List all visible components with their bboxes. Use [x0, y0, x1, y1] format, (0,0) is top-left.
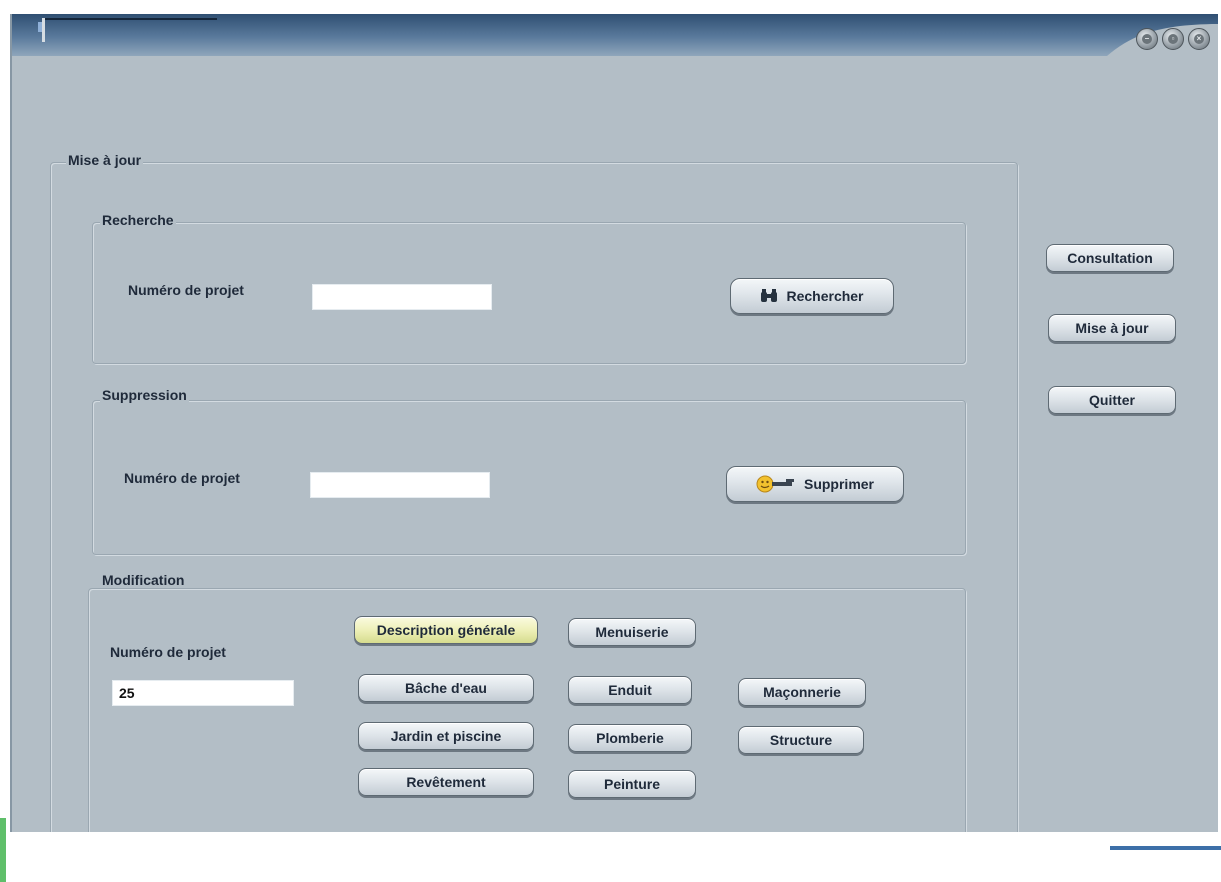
water-tank-button-label: Bâche d'eau: [405, 680, 487, 696]
bottom-margin: [0, 832, 1221, 882]
title-bar[interactable]: – ▫ ×: [12, 14, 1218, 56]
maximize-icon: ▫: [1168, 34, 1178, 44]
quit-button-label: Quitter: [1089, 392, 1135, 408]
modify-group-title: Modification: [100, 572, 187, 588]
delete-project-number-label: Numéro de projet: [124, 470, 240, 486]
plumbing-button-label: Plomberie: [596, 730, 664, 746]
structure-button[interactable]: Structure: [738, 726, 864, 754]
search-project-number-input[interactable]: [312, 284, 492, 310]
delete-button[interactable]: Supprimer: [726, 466, 904, 502]
masonry-button-label: Maçonnerie: [763, 684, 841, 700]
joinery-button[interactable]: Menuiserie: [568, 618, 696, 646]
covering-button-label: Revêtement: [406, 774, 486, 790]
search-project-number-label: Numéro de projet: [128, 282, 244, 298]
general-description-button[interactable]: Description générale: [354, 616, 538, 644]
structure-button-label: Structure: [769, 732, 833, 748]
painting-button-label: Peinture: [603, 776, 660, 792]
update-button[interactable]: Mise à jour: [1048, 314, 1176, 342]
delete-button-label: Supprimer: [803, 476, 874, 492]
green-edge-mark: [0, 818, 6, 882]
title-bar-shape: [12, 14, 1218, 56]
search-button-label: Rechercher: [786, 288, 864, 304]
search-button[interactable]: Rechercher: [730, 278, 894, 314]
garden-pool-button-label: Jardin et piscine: [390, 728, 502, 744]
water-tank-button[interactable]: Bâche d'eau: [358, 674, 534, 702]
consultation-button[interactable]: Consultation: [1046, 244, 1174, 272]
covering-button[interactable]: Revêtement: [358, 768, 534, 796]
update-group-title: Mise à jour: [66, 152, 144, 168]
garden-pool-button[interactable]: Jardin et piscine: [358, 722, 534, 750]
general-description-button-label: Description générale: [376, 622, 516, 638]
maximize-button[interactable]: ▫: [1162, 28, 1184, 50]
consultation-button-label: Consultation: [1067, 250, 1153, 266]
plumbing-button[interactable]: Plomberie: [568, 724, 692, 752]
update-button-label: Mise à jour: [1075, 320, 1149, 336]
application-window: – ▫ × Mise à jour Recherche Numéro de pr…: [10, 14, 1218, 832]
joinery-button-label: Menuiserie: [595, 624, 669, 640]
plaster-button-label: Enduit: [608, 682, 652, 698]
delete-group-title: Suppression: [100, 387, 189, 403]
painting-button[interactable]: Peinture: [568, 770, 696, 798]
masonry-button[interactable]: Maçonnerie: [738, 678, 866, 706]
delete-project-number-input[interactable]: [310, 472, 490, 498]
close-icon: ×: [1194, 34, 1204, 44]
close-button[interactable]: ×: [1188, 28, 1210, 50]
plaster-button[interactable]: Enduit: [568, 676, 692, 704]
modify-project-number-label: Numéro de projet: [110, 644, 226, 660]
quit-button[interactable]: Quitter: [1048, 386, 1176, 414]
minimize-button[interactable]: –: [1136, 28, 1158, 50]
minimize-icon: –: [1142, 34, 1152, 44]
binoculars-icon: [760, 289, 778, 303]
key-icon: [756, 475, 796, 493]
blue-edge-mark: [1110, 846, 1221, 850]
modify-project-number-input[interactable]: [112, 680, 294, 706]
search-group-title: Recherche: [100, 212, 176, 228]
